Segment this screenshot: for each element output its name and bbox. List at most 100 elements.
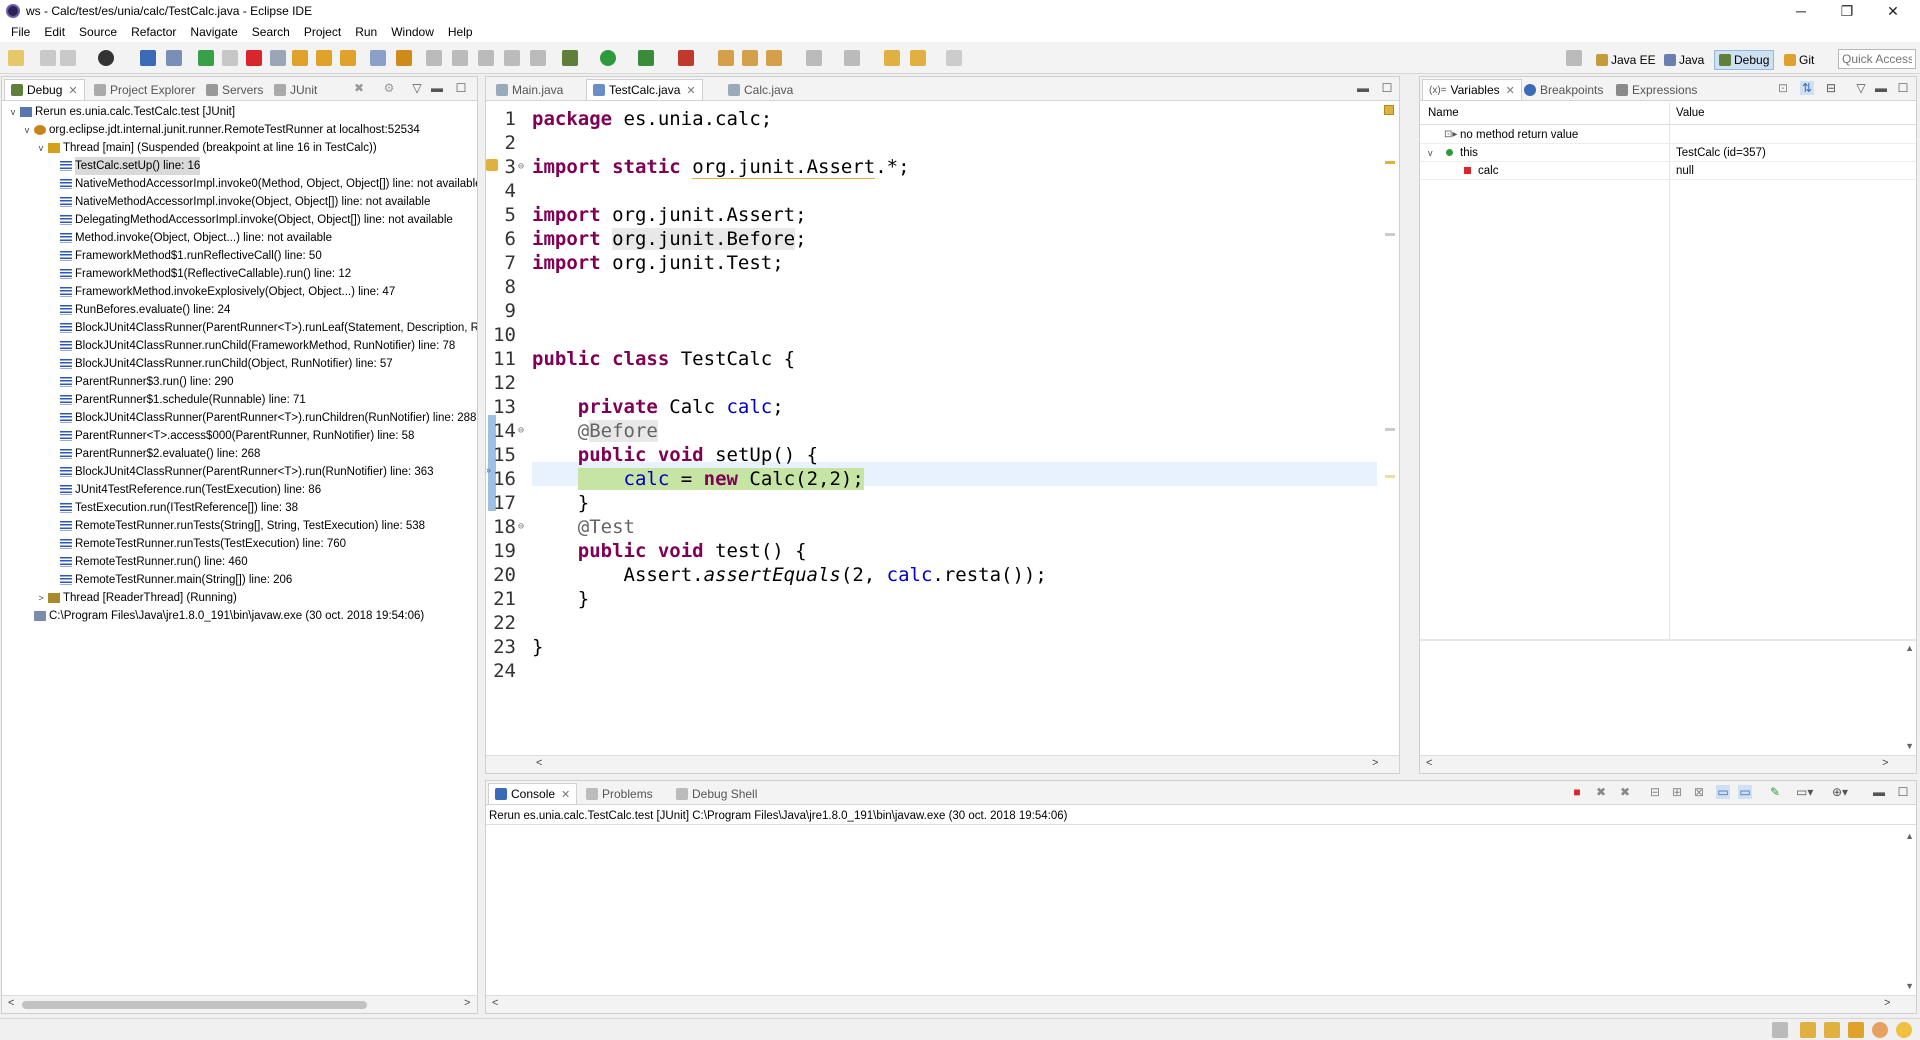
skip-breakpoints-icon[interactable] [166, 50, 182, 66]
menu-refactor[interactable]: Refactor [124, 25, 183, 39]
scroll-down-icon[interactable]: ▼ [1905, 741, 1914, 751]
minimize-button[interactable]: ─ [1778, 0, 1824, 22]
stack-frame-item[interactable]: NativeMethodAccessorImpl.invoke(Object, … [2, 193, 477, 211]
pin-console-icon[interactable]: ✎ [1768, 785, 1782, 799]
warning-overview-icon[interactable] [1384, 105, 1394, 115]
fold-icon[interactable]: ⊖ [518, 419, 524, 443]
occurrence-marker[interactable] [1385, 428, 1395, 431]
tab-expressions[interactable]: Expressions [1610, 79, 1703, 100]
save-icon[interactable] [40, 50, 56, 66]
maximize-view-icon[interactable]: ☐ [1896, 785, 1910, 799]
reader-thread-item[interactable]: > Thread [ReaderThread] (Running) [2, 589, 477, 607]
variable-row[interactable]: v this TestCalc (id=357) [1420, 144, 1916, 162]
chevron-right-icon[interactable]: > [36, 589, 46, 607]
open-type-icon[interactable] [426, 50, 442, 66]
perspective-debug[interactable]: Debug [1714, 50, 1775, 70]
quick-access-input[interactable] [1838, 49, 1916, 69]
stack-frame-item[interactable]: BlockJUnit4ClassRunner(ParentRunner<T>).… [2, 319, 477, 337]
scroll-up-icon[interactable]: ▲ [1905, 643, 1914, 653]
menu-file[interactable]: File [4, 25, 37, 39]
occurrence-marker[interactable] [1385, 233, 1395, 236]
status-icon[interactable] [1824, 1022, 1840, 1038]
toggle-block-icon[interactable] [478, 50, 494, 66]
status-icon[interactable] [1872, 1022, 1888, 1038]
stack-frame-item[interactable]: TestCalc.setUp() line: 16 [2, 157, 477, 175]
console-icon[interactable] [140, 50, 156, 66]
close-icon[interactable]: ✕ [1506, 84, 1515, 97]
run-icon[interactable] [600, 50, 616, 66]
menu-run[interactable]: Run [348, 25, 384, 39]
column-name[interactable]: Name [1428, 107, 1459, 119]
stack-frame-item[interactable]: Method.invoke(Object, Object...) line: n… [2, 229, 477, 247]
resume-icon[interactable] [198, 50, 214, 66]
tab-debug[interactable]: Debug ✕ [4, 79, 85, 100]
tab-breakpoints[interactable]: Breakpoints [1518, 79, 1609, 100]
scrollbar-thumb[interactable] [22, 1001, 367, 1009]
disconnect-icon[interactable] [270, 50, 286, 66]
debug-target-item[interactable]: v org.eclipse.jdt.internal.junit.runner.R… [2, 121, 477, 139]
clear-console-icon[interactable]: ⊟ [1648, 785, 1662, 799]
stack-frame-item[interactable]: BlockJUnit4ClassRunner.runChild(Object, … [2, 355, 477, 373]
detail-pane-divider[interactable] [1420, 639, 1916, 641]
thread-item[interactable]: v Thread [main] (Suspended (breakpoint at… [2, 139, 477, 157]
back-icon[interactable] [910, 50, 926, 66]
terminate-icon[interactable] [246, 50, 262, 66]
menu-help[interactable]: Help [441, 25, 480, 39]
show-stderr-icon[interactable]: ▭ [1738, 785, 1752, 799]
menu-edit[interactable]: Edit [37, 25, 72, 39]
step-return-icon[interactable] [340, 50, 356, 66]
close-icon[interactable]: ✕ [68, 84, 77, 97]
maximize-view-icon[interactable]: ☐ [1896, 81, 1910, 95]
menu-window[interactable]: Window [384, 25, 441, 39]
stack-frame-item[interactable]: JUnit4TestReference.run(TestExecution) l… [2, 481, 477, 499]
close-icon[interactable]: ✕ [686, 84, 695, 97]
close-icon[interactable]: ✕ [561, 788, 570, 801]
open-console-icon[interactable]: ⊕▾ [1832, 785, 1848, 799]
stack-frame-item[interactable]: BlockJUnit4ClassRunner(ParentRunner<T>).… [2, 463, 477, 481]
chevron-down-icon[interactable]: v [36, 139, 46, 157]
scroll-left-icon[interactable]: < [536, 757, 542, 769]
minimize-view-icon[interactable]: ▬ [1874, 81, 1888, 95]
show-logical-structure-icon[interactable]: ⇅ [1800, 81, 1814, 95]
new-java-class-icon[interactable] [742, 50, 758, 66]
word-wrap-icon[interactable]: ⊠ [1692, 785, 1706, 799]
code-editor[interactable]: » 1 package es.unia.calc; 2 3 ⊖ import stat… [486, 103, 1399, 755]
tab-junit[interactable]: JUnit [268, 79, 323, 100]
status-icon[interactable] [1772, 1022, 1788, 1038]
debug-marker[interactable] [1385, 475, 1395, 478]
stack-frame-item[interactable]: ParentRunner$1.schedule(Runnable) line: … [2, 391, 477, 409]
view-menu-icon[interactable]: ▽ [1854, 81, 1868, 95]
remove-all-terminated-icon[interactable]: ✖ [1618, 785, 1632, 799]
stack-frame-item[interactable]: ParentRunner$3.run() line: 290 [2, 373, 477, 391]
stack-frame-item[interactable]: RemoteTestRunner.runTests(String[], Stri… [2, 517, 477, 535]
coverage-icon[interactable] [638, 50, 654, 66]
stack-frame-item[interactable]: RemoteTestRunner.main(String[]) line: 20… [2, 571, 477, 589]
new-icon[interactable] [8, 50, 24, 66]
forward-icon[interactable] [946, 50, 962, 66]
scroll-right-icon[interactable]: > [1372, 757, 1378, 769]
fold-icon[interactable]: ⊖ [518, 515, 524, 539]
tab-project-explorer[interactable]: Project Explorer [88, 79, 201, 100]
stack-frame-item[interactable]: BlockJUnit4ClassRunner.runChild(Framewor… [2, 337, 477, 355]
column-value[interactable]: Value [1676, 107, 1705, 119]
chevron-down-icon[interactable]: v [8, 103, 18, 121]
show-stdout-icon[interactable]: ▭ [1716, 785, 1730, 799]
scroll-up-icon[interactable]: ▲ [1905, 831, 1914, 841]
variables-horizontal-scrollbar[interactable]: < > [1420, 755, 1916, 773]
maximize-view-icon[interactable]: ☐ [454, 81, 468, 95]
tab-main-java[interactable]: Main.java [490, 79, 569, 100]
stack-frame-item[interactable]: DelegatingMethodAccessorImpl.invoke(Obje… [2, 211, 477, 229]
minimize-view-icon[interactable]: ▬ [430, 81, 444, 95]
perspective-java[interactable]: Java [1660, 50, 1708, 70]
show-type-names-icon[interactable]: ⊡ [1776, 81, 1790, 95]
minimize-view-icon[interactable]: ▬ [1872, 785, 1886, 799]
pilcrow-icon[interactable] [530, 50, 546, 66]
warning-marker[interactable] [1385, 161, 1395, 164]
launch-item[interactable]: v Rerun es.unia.calc.TestCalc.test [JUnit… [2, 103, 477, 121]
step-over-icon[interactable] [316, 50, 332, 66]
editor-horizontal-scrollbar[interactable]: < > [486, 755, 1399, 773]
scroll-right-icon[interactable]: > [1882, 757, 1888, 769]
drop-to-frame-icon[interactable] [370, 50, 386, 66]
stack-frame-item[interactable]: TestExecution.run(ITestReference[]) line… [2, 499, 477, 517]
debug-horizontal-scrollbar[interactable]: < > [2, 995, 477, 1013]
